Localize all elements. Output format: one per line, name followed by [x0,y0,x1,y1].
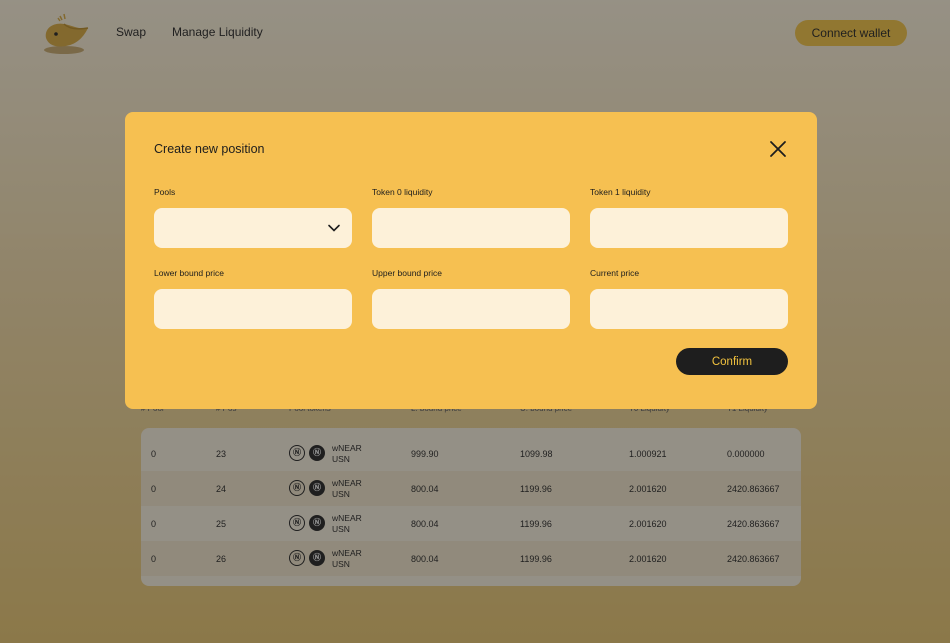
lower-bound-label: Lower bound price [154,268,224,278]
pools-label: Pools [154,187,176,197]
upper-bound-input[interactable] [372,289,570,329]
close-icon[interactable] [767,138,789,160]
create-position-modal: Create new position Pools Token 0 liquid… [125,112,817,409]
confirm-button[interactable]: Confirm [676,348,788,375]
token0-liquidity-input[interactable] [372,208,570,248]
current-price-label: Current price [590,268,640,278]
token1-liquidity-input[interactable] [590,208,788,248]
token0-liquidity-label: Token 0 liquidity [372,187,433,197]
upper-bound-label: Upper bound price [372,268,442,278]
pools-select[interactable] [154,208,352,248]
current-price-input[interactable] [590,289,788,329]
chevron-down-icon[interactable] [327,221,341,235]
lower-bound-input[interactable] [154,289,352,329]
token1-liquidity-label: Token 1 liquidity [590,187,651,197]
modal-title: Create new position [154,142,265,156]
